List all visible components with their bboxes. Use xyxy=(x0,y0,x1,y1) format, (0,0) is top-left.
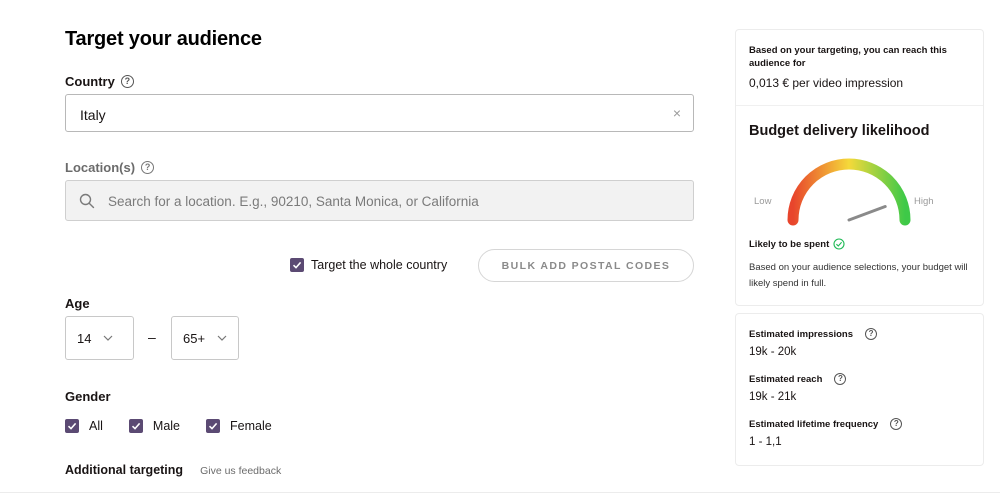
search-icon xyxy=(79,193,95,209)
check-circle-icon xyxy=(833,238,845,250)
budget-title: Budget delivery likelihood xyxy=(749,123,930,139)
reach-card: Based on your targeting, you can reach t… xyxy=(735,29,984,306)
budget-status: Likely to be spent xyxy=(749,238,845,250)
estimate-frequency: Estimated lifetime frequency? 1 - 1,1 xyxy=(749,418,903,448)
feedback-link[interactable]: Give us feedback xyxy=(200,465,281,477)
chevron-down-icon xyxy=(104,335,113,341)
checkbox-checked-icon[interactable] xyxy=(206,419,220,433)
gauge-low-label: Low xyxy=(754,196,772,207)
help-icon[interactable]: ? xyxy=(141,161,155,174)
additional-targeting: Additional targeting Give us feedback xyxy=(65,463,281,477)
checkbox-checked-icon[interactable] xyxy=(65,419,79,433)
whole-country-checkbox[interactable]: Target the whole country xyxy=(290,258,447,272)
estimate-value: 19k - 21k xyxy=(749,391,797,403)
gender-male-checkbox[interactable]: Male xyxy=(128,419,180,433)
gauge-needle xyxy=(847,205,887,222)
location-placeholder: Search for a location. E.g., 90210, Sant… xyxy=(108,194,479,209)
gauge-high-label: High xyxy=(914,196,934,207)
estimate-reach: Estimated reach? 19k - 21k xyxy=(749,373,847,403)
divider xyxy=(736,105,983,106)
location-label: Location(s) ? xyxy=(65,160,155,175)
divider xyxy=(0,492,1000,493)
gender-label: Gender xyxy=(65,389,111,404)
gauge-arc xyxy=(787,158,911,226)
page-title: Target your audience xyxy=(65,28,262,50)
location-search-input[interactable]: Search for a location. E.g., 90210, Sant… xyxy=(65,180,694,221)
estimate-value: 1 - 1,1 xyxy=(749,436,782,448)
bulk-add-postal-codes-button[interactable]: BULK ADD POSTAL CODES xyxy=(478,249,694,282)
gender-female-checkbox[interactable]: Female xyxy=(206,419,272,433)
gender-options: All Male Female xyxy=(65,419,298,433)
country-value: Italy xyxy=(80,107,106,123)
estimate-value: 19k - 20k xyxy=(749,346,797,358)
targeting-form: Target your audience Country ? Italy × L… xyxy=(0,0,720,500)
checkbox-checked-icon[interactable] xyxy=(128,419,143,433)
help-icon[interactable]: ? xyxy=(834,373,847,385)
chevron-down-icon xyxy=(217,335,227,341)
help-icon[interactable]: ? xyxy=(890,418,903,430)
additional-targeting-title: Additional targeting xyxy=(65,463,184,477)
reach-summary: Based on your targeting, you can reach t… xyxy=(749,44,969,90)
budget-gauge xyxy=(787,158,911,226)
estimate-impressions: Estimated impressions? 19k - 20k xyxy=(749,328,878,358)
age-min-select[interactable]: 14 xyxy=(65,316,134,360)
clear-icon[interactable]: × xyxy=(671,106,683,120)
budget-description: Based on your audience selections, your … xyxy=(749,262,968,289)
gender-all-checkbox[interactable]: All xyxy=(65,419,103,433)
estimates-card: Estimated impressions? 19k - 20k Estimat… xyxy=(735,313,984,466)
age-max-select[interactable]: 65+ xyxy=(171,316,239,360)
country-input[interactable]: Italy × xyxy=(65,94,694,132)
help-icon[interactable]: ? xyxy=(865,328,878,340)
age-separator: – xyxy=(148,329,156,345)
reach-intro: Based on your targeting, you can reach t… xyxy=(749,45,947,69)
country-label: Country ? xyxy=(65,74,134,89)
help-icon[interactable]: ? xyxy=(120,75,134,88)
checkbox-checked-icon[interactable] xyxy=(290,258,304,272)
reach-price: 0,013 € per video impression xyxy=(749,76,904,90)
age-label: Age xyxy=(65,296,90,311)
